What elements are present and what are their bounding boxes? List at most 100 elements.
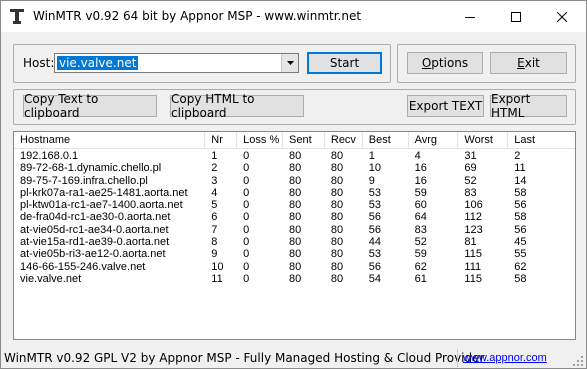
cell-worst: 69 — [464, 162, 477, 175]
cell-last: 45 — [514, 236, 527, 249]
cell-loss: 0 — [243, 223, 250, 236]
cell-avrg: 62 — [414, 260, 427, 273]
table-row[interactable]: at-vie05d-rc1-ae34-0.aorta.net 7 0 80 80 56 83… — [14, 224, 575, 236]
cell-avrg: 4 — [414, 150, 421, 162]
cell-avrg: 60 — [414, 199, 427, 212]
cell-best: 9 — [368, 174, 375, 187]
table-row[interactable]: pl-ktw01a-rc1-ae7-1400.aorta.net 5 0 80 80 53… — [14, 199, 575, 211]
status-divider — [457, 349, 458, 367]
resize-grip-icon[interactable] — [572, 355, 584, 367]
cell-hostname: 192.168.0.1 — [20, 150, 79, 162]
cell-sent: 80 — [289, 223, 302, 236]
table-row[interactable]: 89-72-68-1.dynamic.chello.pl 2 0 80 80 10 16 69… — [14, 162, 575, 174]
minimize-icon — [465, 16, 475, 18]
cell-hostname: 89-72-68-1.dynamic.chello.pl — [20, 162, 162, 175]
table-row[interactable]: pl-krk07a-ra1-ae25-1481.aorta.net 4 0 80 80 5… — [14, 187, 575, 199]
maximize-icon — [511, 11, 521, 22]
start-button[interactable]: Start — [307, 52, 382, 74]
host-combobox[interactable]: vie.valve.net — [54, 53, 299, 73]
cell-avrg: 16 — [414, 162, 427, 175]
cell-nr: 6 — [211, 211, 218, 224]
copy-html-button[interactable]: Copy HTML to clipboard — [170, 92, 304, 120]
cell-loss: 0 — [243, 236, 250, 249]
cell-loss: 0 — [243, 272, 250, 285]
cell-hostname: 89-75-7-169.infra.chello.pl — [20, 174, 148, 187]
cell-sent: 80 — [289, 248, 302, 261]
title-bar[interactable]: WinMTR v0.92 64 bit by Appnor MSP - www.… — [1, 1, 586, 32]
column-nr[interactable]: Nr — [205, 132, 238, 149]
cell-hostname: pl-krk07a-ra1-ae25-1481.aorta.net — [20, 186, 188, 199]
cell-nr: 8 — [211, 236, 218, 249]
cell-nr: 3 — [211, 174, 218, 187]
cell-recv: 80 — [330, 186, 344, 199]
copy-text-button[interactable]: Copy Text to clipboard — [23, 92, 157, 120]
cell-recv: 80 — [330, 162, 344, 175]
cell-last: 56 — [514, 223, 527, 236]
cell-last: 55 — [514, 248, 527, 261]
export-html-button[interactable]: Export HTML — [490, 92, 567, 120]
cell-nr: 2 — [211, 162, 218, 175]
table-row[interactable]: 192.168.0.1 1 0 80 80 1 4 31 2 — [14, 150, 575, 162]
cell-recv: 80 — [330, 211, 344, 224]
table-row[interactable]: de-fra04d-rc1-ae30-0.aorta.net 6 0 80 80 56 64… — [14, 211, 575, 223]
cell-sent: 80 — [289, 272, 302, 285]
list-header: Hostname Nr Loss % Sent Recv Best Avrg W… — [14, 132, 575, 149]
options-button[interactable]: Options — [407, 52, 483, 74]
cell-worst: 31 — [464, 150, 477, 162]
cell-nr: 11 — [211, 272, 223, 285]
cell-worst: 52 — [464, 174, 477, 187]
cell-loss: 0 — [243, 186, 250, 199]
cell-worst: 123 — [464, 223, 483, 236]
cell-recv: 80 — [330, 223, 344, 236]
cell-recv: 80 — [330, 150, 344, 162]
column-last[interactable]: Last — [508, 132, 575, 149]
cell-best: 10 — [368, 162, 381, 175]
table-row[interactable]: at-vie05b-ri3-ae12-0.aorta.net 9 0 80 80 53 59… — [14, 248, 575, 260]
winmtr-window: WinMTR v0.92 64 bit by Appnor MSP - www.… — [0, 0, 587, 369]
minimize-button[interactable] — [447, 1, 493, 32]
column-sent[interactable]: Sent — [283, 132, 325, 149]
cell-worst: 115 — [464, 248, 482, 261]
column-loss[interactable]: Loss % — [237, 132, 284, 149]
cell-sent: 80 — [289, 186, 302, 199]
cell-best: 54 — [368, 272, 381, 285]
table-row[interactable]: 146-66-155-246.valve.net 10 0 80 80 56 62 111 62 — [14, 261, 575, 273]
close-button[interactable] — [539, 1, 585, 32]
cell-sent: 80 — [289, 150, 302, 162]
cell-sent: 80 — [289, 260, 302, 273]
host-dropdown-button[interactable] — [281, 54, 298, 72]
cell-recv: 80 — [330, 272, 344, 285]
cell-best: 53 — [368, 248, 381, 261]
cell-last: 2 — [514, 150, 521, 162]
cell-sent: 80 — [289, 236, 302, 249]
cell-loss: 0 — [243, 174, 250, 187]
cell-hostname: at-vie15a-rd1-ae39-0.aorta.net — [20, 236, 170, 249]
cell-sent: 80 — [289, 199, 302, 212]
status-text: WinMTR v0.92 GPL V2 by Appnor MSP - Full… — [4, 351, 485, 365]
appnor-link[interactable]: www.appnor.com — [463, 352, 547, 364]
cell-best: 53 — [368, 199, 381, 212]
column-recv[interactable]: Recv — [325, 132, 363, 149]
table-row[interactable]: at-vie15a-rd1-ae39-0.aorta.net 8 0 80 80 44 52… — [14, 236, 575, 248]
cell-worst: 83 — [464, 186, 477, 199]
host-input[interactable]: vie.valve.net — [57, 56, 139, 70]
column-best[interactable]: Best — [363, 132, 409, 149]
results-list[interactable]: Hostname Nr Loss % Sent Recv Best Avrg W… — [13, 131, 576, 340]
column-worst[interactable]: Worst — [458, 132, 509, 149]
cell-best: 56 — [368, 223, 381, 236]
cell-last: 11 — [514, 162, 526, 175]
cell-hostname: vie.valve.net — [20, 272, 82, 285]
cell-avrg: 59 — [414, 248, 427, 261]
table-row[interactable]: 89-75-7-169.infra.chello.pl 3 0 80 80 9 16 52 14 — [14, 175, 575, 187]
cell-loss: 0 — [243, 150, 250, 162]
table-row[interactable]: vie.valve.net 11 0 80 80 54 61 115 58 — [14, 273, 575, 285]
column-avrg[interactable]: Avrg — [409, 132, 459, 149]
maximize-button[interactable] — [493, 1, 539, 32]
cell-loss: 0 — [243, 199, 250, 212]
exit-button[interactable]: Exit — [490, 52, 567, 74]
column-hostname[interactable]: Hostname — [14, 132, 206, 149]
cell-worst: 111 — [464, 260, 482, 273]
window-title: WinMTR v0.92 64 bit by Appnor MSP - www.… — [33, 9, 362, 23]
export-text-button[interactable]: Export TEXT — [407, 95, 484, 117]
cell-avrg: 83 — [414, 223, 427, 236]
